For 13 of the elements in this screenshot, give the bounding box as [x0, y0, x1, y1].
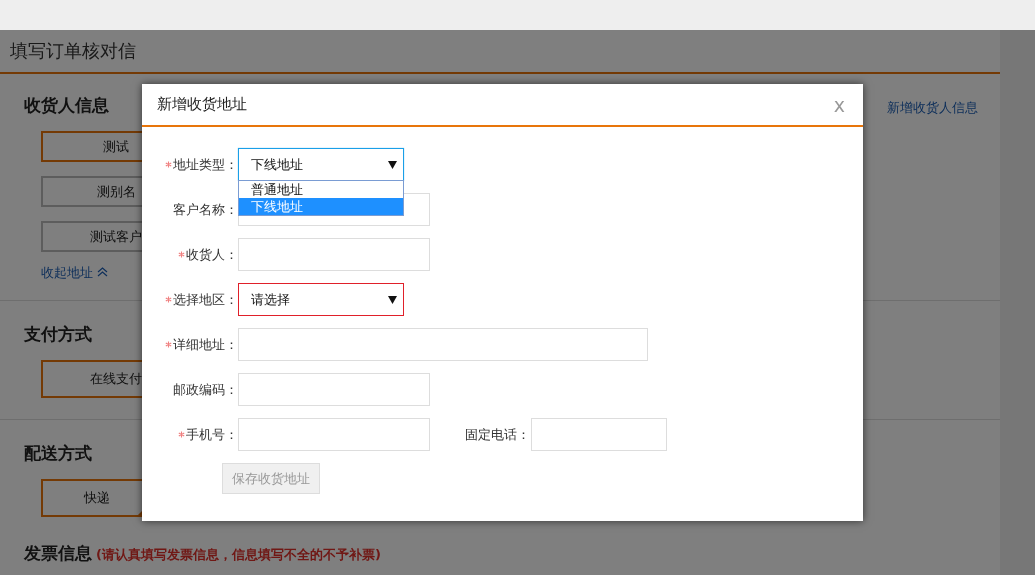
field-label: 固定电话：	[465, 425, 530, 444]
section-heading: 支付方式	[24, 323, 92, 346]
section-note: (请认真填写发票信息，信息填写不全的不予补票)	[96, 546, 381, 564]
field-label: 详细地址：	[173, 335, 238, 354]
section-heading: 收货人信息	[24, 94, 109, 117]
dialog-title: 新增收货地址	[157, 95, 247, 114]
field-label: 选择地区：	[173, 290, 238, 309]
field-label: 手机号：	[186, 425, 238, 444]
section-heading: 配送方式	[24, 442, 92, 465]
section-heading: 发票信息	[24, 542, 92, 565]
page-title: 填写订单核对信	[10, 39, 136, 63]
select-value: 请选择	[251, 290, 290, 309]
select-value: 下线地址	[251, 155, 303, 174]
